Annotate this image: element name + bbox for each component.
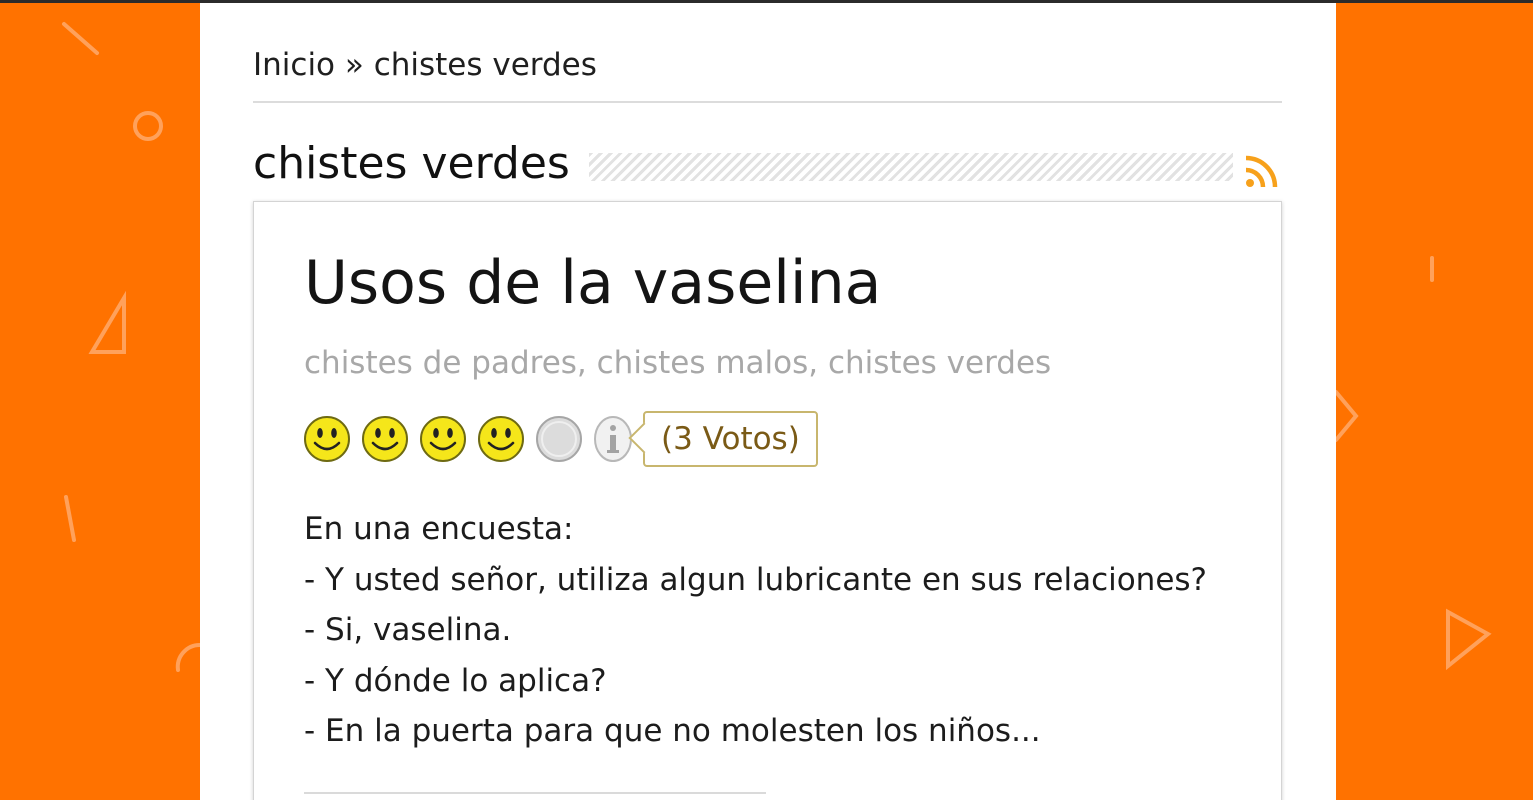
smiley-icon[interactable] [361, 415, 409, 463]
rss-icon[interactable] [1244, 153, 1280, 189]
section-title: chistes verdes [253, 138, 570, 189]
info-icon[interactable] [593, 415, 633, 463]
breadcrumb-divider [253, 101, 1282, 103]
rating-widget: (3 Votos) [303, 411, 818, 467]
empty-smiley-icon[interactable] [535, 415, 583, 463]
smiley-icon[interactable] [477, 415, 525, 463]
card-divider [304, 792, 766, 794]
votes-count: (3 Votos) [643, 411, 818, 467]
joke-line: - Y dónde lo aplica? [304, 662, 607, 699]
smiley-icon[interactable] [419, 415, 467, 463]
content-column: Inicio » chistes verdes chistes verdes U… [200, 3, 1336, 800]
joke-line: - Si, vaselina. [304, 612, 512, 648]
joke-card: Usos de la vaselina chistes de padres, c… [253, 201, 1282, 800]
joke-tags[interactable]: chistes de padres, chistes malos, chiste… [304, 345, 1051, 381]
joke-line: - Y usted señor, utiliza algun lubricant… [304, 561, 1208, 598]
breadcrumb[interactable]: Inicio » chistes verdes [253, 47, 597, 83]
smiley-icon[interactable] [303, 415, 351, 463]
section-title-hatch [589, 153, 1233, 181]
joke-title[interactable]: Usos de la vaselina [304, 248, 881, 318]
joke-line: En una encuesta: [304, 511, 574, 547]
joke-body: En una encuesta: - Y usted señor, utiliz… [304, 504, 1207, 757]
joke-line: - En la puerta para que no molesten los … [304, 713, 1041, 749]
